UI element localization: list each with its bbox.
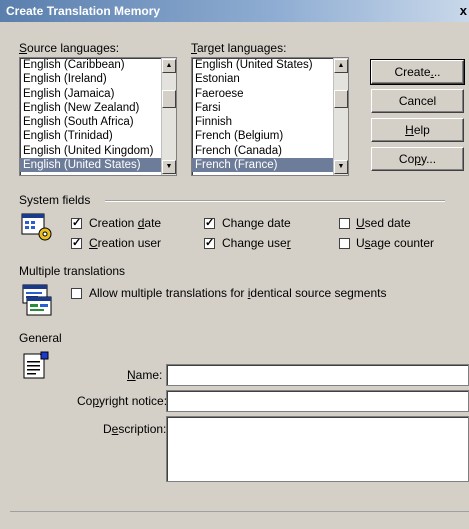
- system-fields-icon: [21, 213, 52, 241]
- check-icon: ✓: [72, 237, 82, 249]
- used-date-checkbox[interactable]: [339, 218, 350, 229]
- change-user-label: Change user: [222, 236, 291, 250]
- creation-date-checkbox[interactable]: ✓: [71, 218, 82, 229]
- source-scrollbar[interactable]: ▲ ▼: [161, 58, 176, 175]
- target-languages-list[interactable]: English (United States) Estonian Faeroese F…: [191, 57, 349, 176]
- help-button[interactable]: Help: [371, 118, 464, 142]
- creation-date-label: Creation date: [89, 216, 162, 230]
- source-languages-label: Source languages:: [19, 41, 120, 55]
- multiple-translations-icon: [22, 284, 52, 316]
- source-languages-items: English (Caribbean) English (Ireland) Engl…: [20, 58, 176, 173]
- usage-counter-label: Usage counter: [356, 236, 435, 250]
- allow-multiple-translations-label: Allow multiple translations for identica…: [89, 286, 387, 300]
- check-icon: ✓: [72, 217, 82, 229]
- source-language-list-item[interactable]: English (Trinidad): [20, 129, 176, 143]
- scroll-up-icon[interactable]: ▲: [162, 59, 176, 73]
- scroll-down-icon[interactable]: ▼: [334, 160, 348, 174]
- scroll-thumb[interactable]: [162, 90, 176, 108]
- copyright-notice-label: Copyright notice:: [77, 394, 168, 408]
- source-language-list-item[interactable]: English (South Africa): [20, 115, 176, 129]
- target-language-list-item[interactable]: French (Belgium): [192, 129, 348, 143]
- change-user-checkbox[interactable]: ✓: [204, 238, 215, 249]
- copyright-notice-field[interactable]: [166, 390, 469, 412]
- source-language-list-item[interactable]: English (Jamaica): [20, 87, 176, 101]
- target-languages-label: Target languages:: [191, 41, 287, 55]
- multiple-translations-heading: Multiple translations: [19, 264, 126, 278]
- description-label: Description:: [103, 422, 167, 436]
- close-icon[interactable]: x: [460, 0, 467, 22]
- scroll-down-icon[interactable]: ▼: [162, 160, 176, 174]
- title-bar: Create Translation Memory x: [0, 0, 469, 22]
- scroll-up-icon[interactable]: ▲: [334, 59, 348, 73]
- target-language-list-item[interactable]: French (France): [192, 158, 348, 173]
- check-icon: ✓: [205, 217, 215, 229]
- target-language-list-item[interactable]: Faeroese: [192, 87, 348, 101]
- divider: [105, 200, 445, 202]
- copy-button[interactable]: Copy...: [371, 147, 464, 171]
- description-field[interactable]: [166, 416, 469, 482]
- creation-user-checkbox[interactable]: ✓: [71, 238, 82, 249]
- system-fields-heading: System fields: [19, 193, 91, 207]
- cancel-button[interactable]: Cancel: [371, 89, 464, 113]
- source-language-list-item[interactable]: English (Ireland): [20, 72, 176, 86]
- source-language-list-item[interactable]: English (New Zealand): [20, 101, 176, 115]
- target-language-list-item[interactable]: English (United States): [192, 58, 348, 72]
- target-scrollbar[interactable]: ▲ ▼: [333, 58, 348, 175]
- target-language-list-item[interactable]: Estonian: [192, 72, 348, 86]
- target-language-list-item[interactable]: Finnish: [192, 115, 348, 129]
- create-button[interactable]: Create...: [370, 59, 465, 85]
- general-document-icon: [23, 351, 49, 379]
- source-language-list-item[interactable]: English (United States): [20, 158, 176, 173]
- used-date-label: Used date: [356, 216, 411, 230]
- window-title: Create Translation Memory: [6, 4, 161, 18]
- change-date-checkbox[interactable]: ✓: [204, 218, 215, 229]
- source-languages-list[interactable]: English (Caribbean) English (Ireland) Engl…: [19, 57, 177, 176]
- target-language-list-item[interactable]: Farsi: [192, 101, 348, 115]
- general-heading: General: [19, 331, 62, 345]
- target-language-list-item[interactable]: French (Canada): [192, 144, 348, 158]
- status-bar: [10, 511, 469, 529]
- source-language-list-item[interactable]: English (Caribbean): [20, 58, 176, 72]
- check-icon: ✓: [205, 237, 215, 249]
- source-language-list-item[interactable]: English (United Kingdom): [20, 144, 176, 158]
- change-date-label: Change date: [222, 216, 291, 230]
- usage-counter-checkbox[interactable]: [339, 238, 350, 249]
- name-label: Name:: [127, 368, 163, 382]
- creation-user-label: Creation user: [89, 236, 162, 250]
- target-languages-items: English (United States) Estonian Faeroese F…: [192, 58, 348, 173]
- scroll-thumb[interactable]: [334, 90, 348, 108]
- name-field[interactable]: [166, 364, 469, 386]
- allow-multiple-translations-checkbox[interactable]: [71, 288, 82, 299]
